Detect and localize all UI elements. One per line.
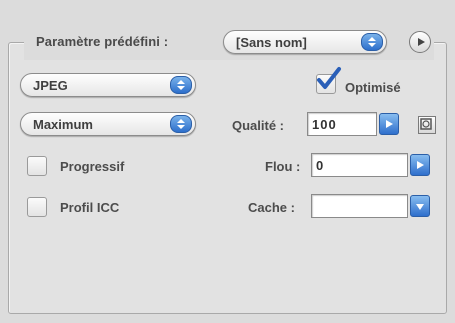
quality-preset-popup-value: Maximum [33,117,93,132]
quality-value: 100 [312,117,337,132]
preset-menu-button[interactable] [409,31,431,53]
blur-value: 0 [316,158,325,173]
optimise-checkbox[interactable] [316,67,341,94]
matte-field[interactable] [311,194,408,218]
format-popup-value: JPEG [33,78,68,93]
optimise-label: Optimisé [345,80,401,95]
matte-dropdown-button[interactable] [410,195,430,217]
play-arrow-icon [386,120,393,128]
progressive-checkbox[interactable] [27,156,47,176]
icc-profile-checkbox[interactable] [27,197,47,217]
preset-popup-value: [Sans nom] [236,35,307,50]
chevron-down-icon [416,204,424,210]
blur-label: Flou : [265,159,301,174]
format-popup[interactable]: JPEG [20,73,196,97]
popup-arrows-icon [170,76,192,94]
popup-arrows-icon [170,115,192,133]
checkmark-icon [317,67,341,89]
quality-slider-button[interactable] [379,113,399,135]
blur-slider-button[interactable] [410,154,430,176]
icc-profile-label: Profil ICC [60,200,120,215]
quality-preset-popup[interactable]: Maximum [20,112,196,136]
play-arrow-icon [418,38,425,46]
quality-mask-button[interactable] [418,116,436,134]
quality-label: Qualité : [232,118,285,133]
preset-popup[interactable]: [Sans nom] [223,30,387,54]
mask-icon [420,118,432,130]
popup-arrows-icon [361,33,383,51]
progressive-label: Progressif [60,159,125,174]
quality-field[interactable]: 100 [307,112,377,136]
preset-label: Paramètre prédéfini : [36,34,169,49]
blur-field[interactable]: 0 [311,153,408,177]
play-arrow-icon [417,161,424,169]
matte-label: Cache : [248,200,295,215]
